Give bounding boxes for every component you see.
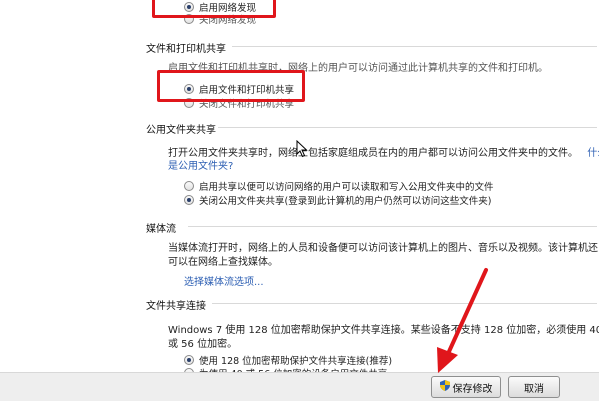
annotation-arrow-icon — [437, 268, 488, 373]
